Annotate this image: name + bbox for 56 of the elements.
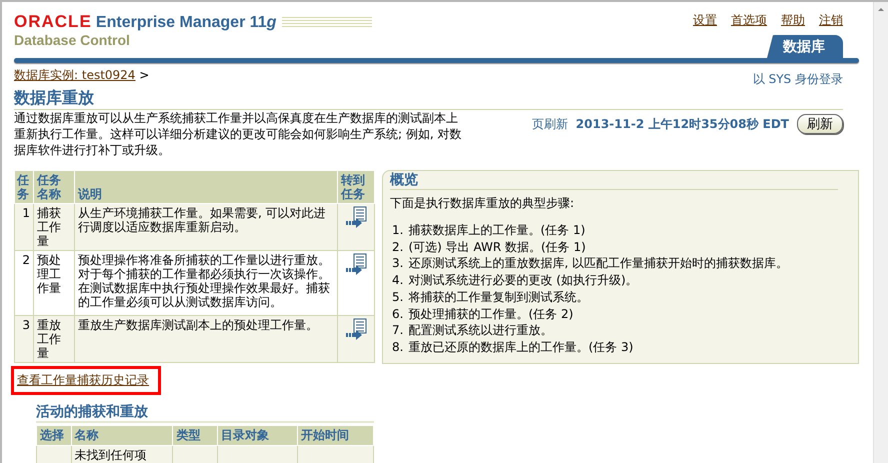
column-header: 名称 [71, 425, 173, 446]
overview-step: 预处理捕获的工作量。(任务 2) [408, 306, 574, 322]
column-header: 类型 [172, 425, 218, 446]
refresh-label: 页刷新 [532, 116, 568, 132]
step-number: 3. [392, 255, 404, 272]
step-number: 6. [392, 306, 404, 322]
tab[interactable]: 数据库 [767, 35, 843, 58]
page-description: 通过数据库重放可以从生产系统捕获工作量并以高保真度在生产数据库的测试副本上重新执行工作量。这样可以详细分析建议的更改可能会如何影响生产系统; 例如, 对数据库软件进行打补丁或升级。 [14, 110, 462, 158]
header-link[interactable]: 帮助 [781, 12, 805, 29]
page-title: 数据库重放 [14, 88, 843, 110]
breadcrumb-link[interactable]: 数据库实例: test0924 [14, 68, 136, 82]
product-name: Enterprise Manager 11g [96, 14, 276, 31]
step-number: 1. [392, 222, 404, 239]
overview-step: (可选) 导出 AWR 数据。(任务 1) [408, 238, 586, 256]
task-number: 3 [14, 316, 34, 362]
task-number: 1 [14, 204, 34, 250]
step-number: 4. [392, 272, 404, 289]
overview-step: 配置测试系统以进行重放。 [408, 322, 552, 339]
column-header: 任务名称 [34, 170, 74, 204]
history-link[interactable]: 查看工作量捕获历史记录 [17, 372, 149, 387]
refresh-timestamp: 2013-11-2 上午12时35分08秒 EDT [576, 116, 789, 132]
overview-step: 捕获数据库上的工作量。(任务 1) [408, 222, 586, 239]
login-info: 以 SYS 身份登录 [752, 71, 843, 88]
step-number: 2. [392, 238, 404, 256]
overview-step: 还原测试系统上的重放数据库, 以匹配工作量捕获开始时的捕获数据库。 [408, 255, 788, 272]
overview-title: 概览 [390, 171, 838, 190]
overview-step: 对测试系统进行必要的更改 (如执行升级)。 [408, 272, 638, 289]
step-number: 5. [392, 288, 404, 306]
overview-step: 将捕获的工作量复制到测试系统。 [408, 288, 588, 306]
step-number: 8. [392, 338, 404, 356]
overview-step: 重放已还原的数据库上的工作量。(任务 3) [408, 338, 634, 356]
column-header: 选择 [36, 425, 72, 446]
product-subtitle: Database Control [14, 32, 131, 48]
header-link[interactable]: 首选项 [731, 12, 767, 29]
header-link[interactable]: 注销 [819, 12, 843, 29]
section-title: 活动的捕获和重放 [36, 402, 374, 423]
step-number: 7. [392, 322, 404, 339]
task-description: 重放生产数据库测试副本上的预处理工作量。 [74, 316, 338, 362]
column-header: 说明 [74, 170, 338, 204]
oracle-logo: ORACLE [14, 12, 92, 31]
task-name: 捕获工作量 [34, 204, 74, 250]
column-header: 任务 [14, 170, 34, 204]
go-to-task-icon[interactable] [345, 206, 367, 230]
empty-message: 未找到任何项 [71, 445, 173, 463]
column-header: 开始时间 [297, 425, 374, 446]
task-description: 从生产环境捕获工作量。如果需要, 可以对此进行调度以适应数据库重新启动。 [74, 204, 338, 250]
column-header: 目录对象 [217, 425, 298, 446]
column-header: 转到任务 [338, 170, 374, 204]
breadcrumb-separator: > [139, 68, 150, 82]
overview-intro: 下面是执行数据库重放的典型步骤: [390, 195, 576, 212]
task-number: 2 [14, 250, 34, 316]
task-name: 重放工作量 [34, 316, 74, 362]
go-to-task-icon[interactable] [345, 318, 367, 342]
header-link[interactable]: 设置 [693, 12, 717, 29]
go-to-task-icon[interactable] [345, 253, 367, 277]
refresh-button[interactable]: 刷新 [797, 114, 843, 134]
